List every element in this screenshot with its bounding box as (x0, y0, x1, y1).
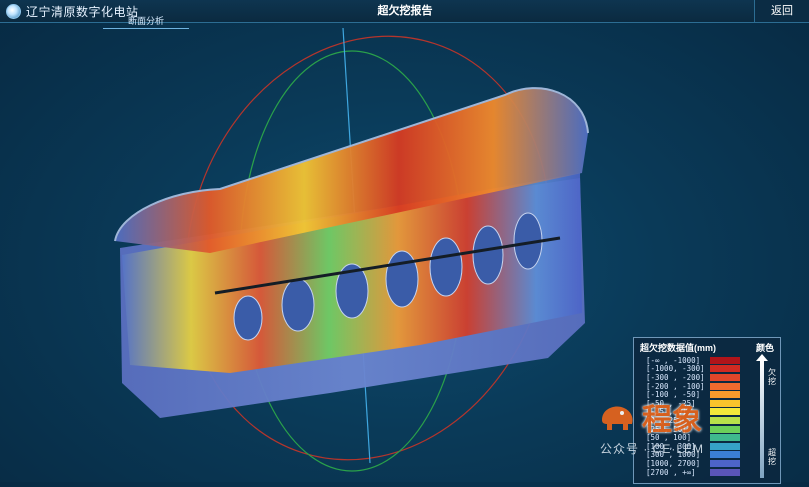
watermark: 程象 (598, 395, 702, 439)
legend-color-swatch (710, 451, 740, 459)
legend-row: [-300 , -200] (634, 373, 780, 382)
legend-title: 超欠挖数据值(mm) (640, 343, 716, 353)
watermark-sub: 公众号 · CE·LEM (600, 442, 705, 456)
legend-color-swatch (710, 373, 740, 381)
legend-color-swatch (710, 416, 740, 424)
legend-color-swatch (710, 391, 740, 399)
legend-color-swatch (710, 399, 740, 407)
legend-color-swatch (710, 459, 740, 467)
legend-color-header: 颜色 (755, 343, 774, 353)
elephant-logo-icon (602, 406, 633, 430)
legend-row: [1000, 2700] (634, 459, 780, 468)
legend-color-swatch (710, 365, 740, 373)
top-bar: 辽宁清原数字化电站 断面分析 超欠挖报告 返回 (0, 0, 809, 29)
page-title: 超欠挖报告 (290, 0, 520, 22)
legend-row: [-1000, -300] (634, 364, 780, 373)
back-button[interactable]: 返回 (754, 0, 809, 22)
legend-color-swatch (710, 408, 740, 416)
legend-row: [-200 , -100] (634, 382, 780, 391)
legend-row: [2700 , +∞] (634, 468, 780, 477)
legend-under-label: 欠挖 (768, 368, 776, 386)
legend-color-swatch (710, 434, 740, 442)
legend-range-label: [2700 , +∞] (646, 467, 696, 477)
legend-color-swatch (710, 442, 740, 450)
logo-icon (6, 4, 21, 19)
arrow-up-icon (756, 354, 768, 478)
legend-color-swatch (710, 425, 740, 433)
legend-over-label: 超挖 (768, 448, 776, 466)
legend-color-swatch (710, 468, 740, 476)
legend-color-swatch (710, 382, 740, 390)
watermark-brand: 程象 (642, 404, 702, 437)
legend-color-swatch (710, 356, 740, 364)
